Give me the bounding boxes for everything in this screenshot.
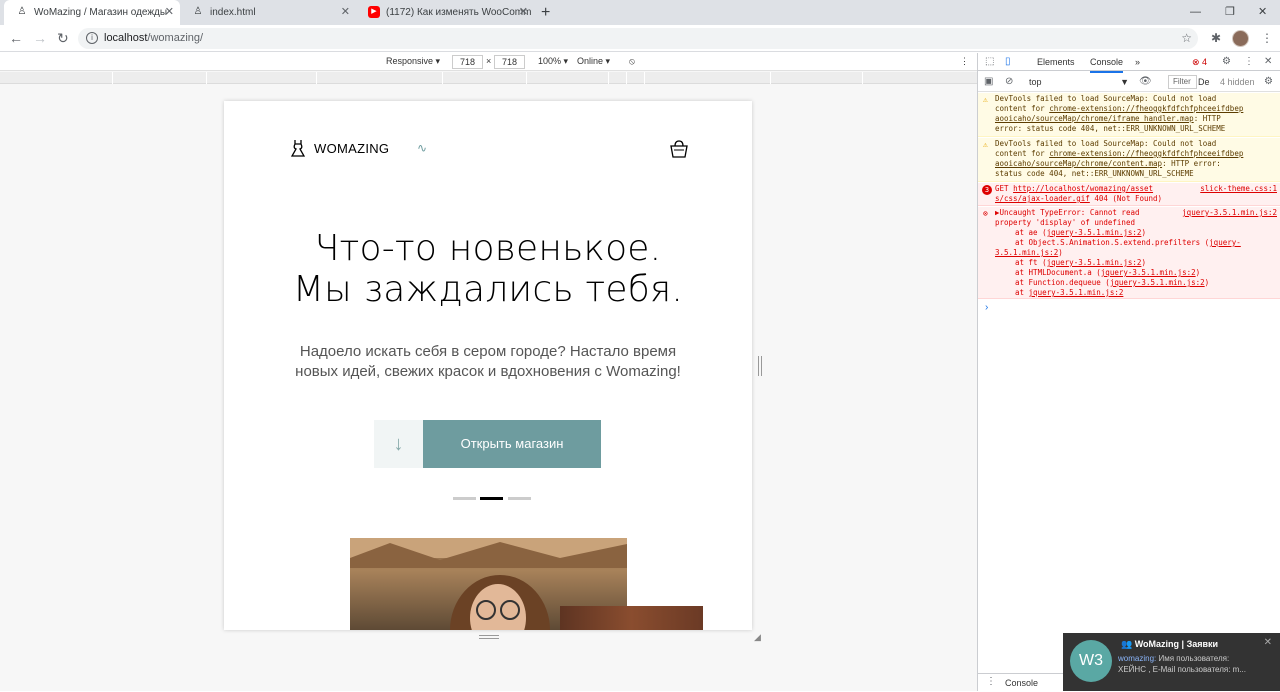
bookmark-star-icon[interactable]: ☆ xyxy=(1181,28,1192,49)
console-error[interactable]: ⊗ ▶Uncaught TypeError: Cannot read jquer… xyxy=(978,207,1280,299)
minimize-icon[interactable]: — xyxy=(1190,0,1201,25)
dress-logo-icon xyxy=(291,140,305,157)
swirl-icon: ∿ xyxy=(417,141,428,155)
device-width-input[interactable]: 718 xyxy=(452,55,483,69)
console-error[interactable]: 3 GET http://localhost/womazing/asset sl… xyxy=(978,183,1280,206)
secondary-photo xyxy=(560,606,703,630)
inspect-icon[interactable]: ⬚ xyxy=(985,55,994,69)
more-options-icon[interactable]: ⋮ xyxy=(960,56,969,67)
toolbar: ← → ↻ i localhost/womazing/ ☆ ✱ ⋮ xyxy=(0,25,1280,52)
close-icon[interactable]: ✕ xyxy=(519,0,528,25)
slider-dot-3[interactable] xyxy=(508,497,531,500)
address-bar[interactable]: i localhost/womazing/ ☆ xyxy=(78,28,1198,49)
youtube-icon: ▶ xyxy=(368,6,380,18)
resize-handle-bottom[interactable] xyxy=(479,635,499,639)
site-frame: WOMAZING ∿ Что-то новенькое. Мы заждалис… xyxy=(224,101,752,630)
avatar[interactable] xyxy=(1232,30,1249,47)
log-levels-select[interactable]: De xyxy=(1198,75,1210,89)
resize-handle-corner[interactable]: ◢ xyxy=(754,632,761,643)
zoom-select[interactable]: 100% ▾ xyxy=(538,56,568,67)
console-settings-gear-icon[interactable]: ⚙ xyxy=(1264,75,1273,89)
error-count-badge[interactable]: ⊗ 4 xyxy=(1192,53,1207,71)
tab-youtube[interactable]: ▶ (1172) Как изменять WooComm ✕ xyxy=(356,0,534,25)
eye-icon[interactable]: 👁 xyxy=(1139,75,1152,89)
console-warning[interactable]: ⚠ DevTools failed to load SourceMap: Cou… xyxy=(978,93,1280,137)
cart-icon[interactable] xyxy=(669,139,689,159)
menu-icon[interactable]: ⋮ xyxy=(1261,29,1273,47)
error-source-link[interactable]: slick-theme.css:1 xyxy=(1200,184,1277,194)
reload-icon[interactable]: ↻ xyxy=(57,29,69,47)
tab-console[interactable]: Console xyxy=(1090,53,1124,73)
devtools-tabs: ⬚ ▯ Elements Console » ⊗ 4 ⚙ ⋮ ✕ xyxy=(978,53,1280,73)
sidebar-toggle-icon[interactable]: ▣ xyxy=(984,75,993,89)
network-select[interactable]: Online ▾ xyxy=(577,56,610,67)
close-devtools-icon[interactable]: ✕ xyxy=(1264,55,1272,69)
devtools-panel: ⬚ ▯ Elements Console » ⊗ 4 ⚙ ⋮ ✕ ▣ ⊘ top… xyxy=(977,53,1280,691)
open-shop-button[interactable]: Открыть магазин xyxy=(423,420,601,468)
console-toolbar: ▣ ⊘ top ▼ 👁 Filter De 4 hidden ⚙ xyxy=(978,72,1280,92)
warning-icon: ⚠ xyxy=(983,140,988,149)
group-icon: 👥 xyxy=(1121,639,1135,649)
back-icon[interactable]: ← xyxy=(9,29,23,47)
close-icon[interactable]: ✕ xyxy=(165,0,174,25)
error-icon: ⊗ xyxy=(983,209,988,218)
tab-title: (1172) Как изменять WooComm xyxy=(386,7,532,18)
forward-icon[interactable]: → xyxy=(33,29,47,47)
hero-title: Что-то новенькое. Мы заждались тебя. xyxy=(292,228,684,310)
extensions-icon[interactable]: ✱ xyxy=(1211,29,1221,47)
info-icon[interactable]: i xyxy=(86,32,98,44)
hero-subtitle: Надоело искать себя в сером городе? Наст… xyxy=(295,343,681,380)
slider-dot-1[interactable] xyxy=(453,497,476,500)
notification-avatar: W3 xyxy=(1070,640,1112,682)
tab-index[interactable]: ♙ index.html ✕ xyxy=(180,0,356,25)
dress-icon: ♙ xyxy=(17,6,27,17)
media-query-bar[interactable] xyxy=(0,72,977,84)
close-icon[interactable]: ✕ xyxy=(1264,637,1272,648)
scroll-down-button[interactable]: ↓ xyxy=(374,420,423,468)
drawer-tab-console[interactable]: Console xyxy=(1005,674,1038,692)
tab-elements[interactable]: Elements xyxy=(1037,53,1075,71)
rotate-icon[interactable]: ⦸ xyxy=(629,56,635,67)
url-text: localhost/womazing/ xyxy=(104,32,204,44)
console-warning[interactable]: ⚠ DevTools failed to load SourceMap: Cou… xyxy=(978,138,1280,182)
tab-strip: ♙ WoMazing / Магазин одежды ✕ ♙ index.ht… xyxy=(0,0,1280,25)
filter-input[interactable]: Filter xyxy=(1168,75,1197,89)
tab-title: WoMazing / Магазин одежды xyxy=(34,7,168,18)
slider-dot-2[interactable] xyxy=(480,497,503,500)
dimension-separator: × xyxy=(486,56,492,66)
notification-toast[interactable]: W3 👥 WoMazing | Заявки ✕ womazing: Имя п… xyxy=(1063,633,1280,691)
close-window-icon[interactable]: ✕ xyxy=(1258,0,1267,25)
device-toolbar: Responsive ▾ 718 × 718 100% ▾ Online ▾ ⦸… xyxy=(0,53,977,71)
brand-name[interactable]: WOMAZING xyxy=(314,141,389,156)
dress-icon: ♙ xyxy=(193,6,203,17)
close-icon[interactable]: ✕ xyxy=(341,0,350,25)
devtools-menu-icon[interactable]: ⋮ xyxy=(1244,55,1254,69)
device-toggle-icon[interactable]: ▯ xyxy=(1005,55,1011,69)
tab-womazing[interactable]: ♙ WoMazing / Магазин одежды ✕ xyxy=(4,0,180,25)
error-repeat-badge: 3 xyxy=(982,185,992,195)
context-select[interactable]: top ▼ xyxy=(1023,75,1133,89)
page-viewport: Responsive ▾ 718 × 718 100% ▾ Online ▾ ⦸… xyxy=(0,53,977,691)
error-source-link[interactable]: jquery-3.5.1.min.js:2 xyxy=(1182,208,1277,218)
warning-icon: ⚠ xyxy=(983,95,988,104)
drawer-menu-icon[interactable]: ⋮ xyxy=(986,675,996,689)
tab-title: index.html xyxy=(210,7,256,18)
clear-console-icon[interactable]: ⊘ xyxy=(1005,75,1013,89)
notification-title: 👥 WoMazing | Заявки xyxy=(1121,639,1219,649)
hidden-count: 4 hidden xyxy=(1220,77,1255,87)
device-height-input[interactable]: 718 xyxy=(494,55,525,69)
settings-gear-icon[interactable]: ⚙ xyxy=(1222,55,1231,69)
resize-handle-right[interactable] xyxy=(758,356,762,376)
console-prompt[interactable]: › xyxy=(985,302,988,313)
notification-body: womazing: Имя пользователя: ХЕЙНС , E-Ma… xyxy=(1118,654,1246,674)
maximize-icon[interactable]: ❐ xyxy=(1225,0,1235,25)
new-tab-button[interactable]: + xyxy=(541,0,550,25)
more-tabs-icon[interactable]: » xyxy=(1135,53,1140,71)
device-mode-select[interactable]: Responsive ▾ xyxy=(386,56,440,67)
